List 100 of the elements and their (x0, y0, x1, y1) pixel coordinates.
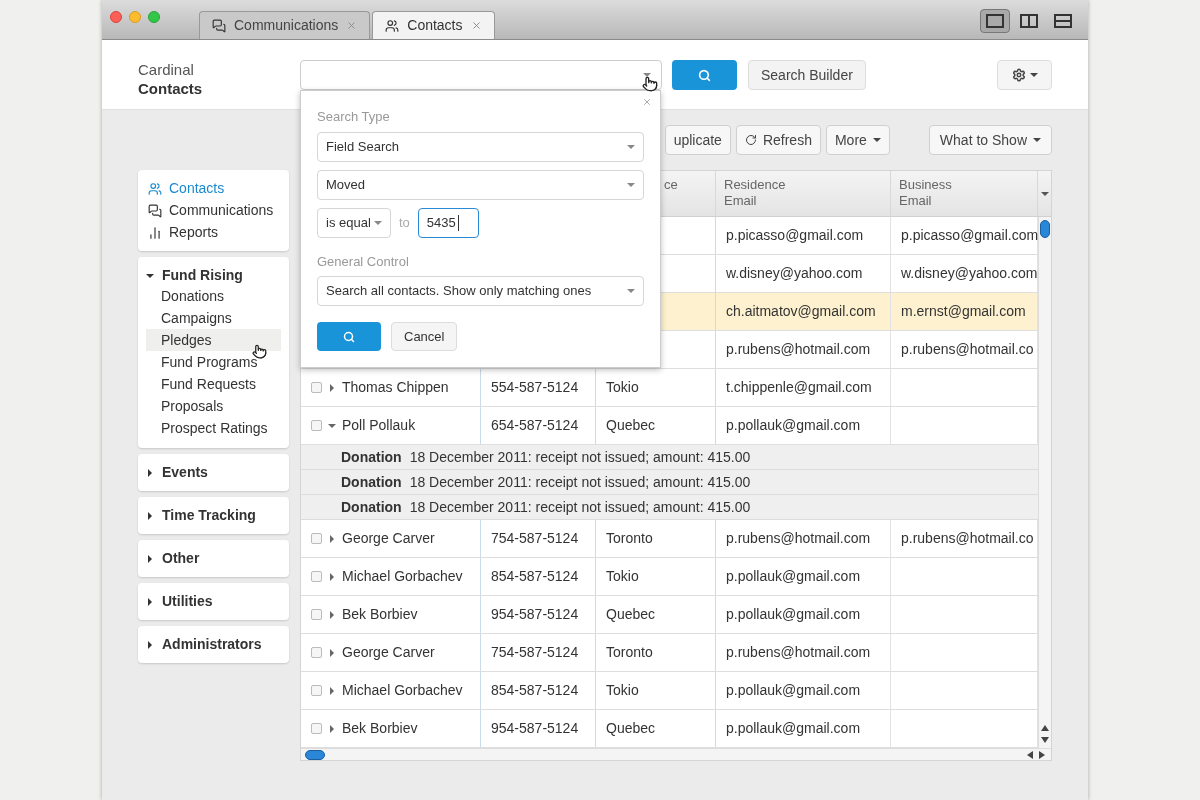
search-button[interactable] (672, 60, 737, 90)
scroll-thumb-icon[interactable] (1040, 220, 1050, 238)
table-cell-text: Michael Gorbachev (342, 567, 463, 586)
group-header[interactable]: Utilities (146, 592, 281, 611)
table-cell-text: p.rubens@hotmail.com (726, 643, 871, 662)
close-icon[interactable] (346, 20, 358, 31)
row-checkbox[interactable] (311, 609, 322, 620)
table-cell-text: Michael Gorbachev (342, 681, 463, 700)
scroll-thumb-icon[interactable] (305, 749, 325, 760)
row-checkbox[interactable] (311, 723, 322, 734)
search-type-select[interactable]: Field Search (317, 131, 644, 162)
column-header[interactable]: Residence Email (724, 177, 794, 209)
users-icon (148, 181, 162, 196)
search-button[interactable] (317, 322, 381, 351)
group-item[interactable]: Fund Requests (146, 373, 281, 395)
table-cell-text: Toronto (606, 529, 653, 548)
minimize-window-icon[interactable] (129, 11, 141, 23)
table-row[interactable]: George Carver 754-587-5124 Toronto p.rubens@hotmail.com (301, 634, 1038, 672)
operator-select[interactable]: is equal (317, 207, 391, 238)
group-item[interactable]: Pledges (146, 329, 281, 351)
table-cell-text: w.disney@yahoo.com (726, 264, 863, 283)
toolbar-button[interactable]: Refresh (735, 125, 821, 155)
vertical-scrollbar[interactable] (1038, 217, 1051, 748)
scroll-arrows-icon[interactable] (1025, 750, 1047, 759)
nav-item[interactable]: Contacts (148, 179, 279, 198)
table-cell-text: p.pollauk@gmail.com (726, 567, 861, 586)
field-select[interactable]: Moved (317, 169, 644, 200)
toolbar-button[interactable]: More (825, 125, 890, 155)
general-control-select[interactable]: Search all contacts. Show only matching ones (317, 276, 644, 306)
chat-icon (148, 203, 162, 218)
group-header[interactable]: Time Tracking (146, 506, 281, 525)
window-tab[interactable]: Contacts (372, 11, 495, 39)
settings-button[interactable] (997, 60, 1052, 90)
caret-icon (627, 142, 635, 151)
table-row[interactable]: Bek Borbiev 954-587-5124 Quebec p.pollauk@gmail.com (301, 596, 1038, 634)
donation-text: 18 December 2011: receipt not issued; amount: 415.00 (409, 472, 751, 492)
scroll-arrows-icon[interactable] (1041, 723, 1049, 745)
search-builder-button[interactable]: Search Builder (748, 60, 866, 90)
table-cell-text: Quebec (606, 605, 656, 624)
column-menu-icon (1040, 189, 1049, 198)
nav-item[interactable]: Reports (148, 223, 279, 242)
what-to-show-button[interactable]: What to Show (928, 125, 1052, 155)
table-cell-text: Thomas Chippen (342, 378, 449, 397)
table-row[interactable]: Bek Borbiev 954-587-5124 Quebec p.pollauk@gmail.com (301, 710, 1038, 748)
caret-right-icon (328, 534, 336, 543)
table-cell-text: 754-587-5124 (491, 643, 579, 662)
table-row[interactable]: Michael Gorbachev 854-587-5124 Tokio p.pollauk@gmail.com (301, 672, 1038, 710)
table-cell-text: p.pollauk@gmail.com (726, 719, 861, 738)
group-item[interactable]: Proposals (146, 395, 281, 417)
caret-right-icon (146, 554, 154, 563)
column-header[interactable]: Business Email (899, 177, 969, 209)
row-checkbox[interactable] (311, 647, 322, 658)
zoom-window-icon[interactable] (148, 11, 160, 23)
donation-text: 18 December 2011: receipt not issued; amount: 415.00 (409, 497, 751, 517)
settings-icon (1011, 68, 1026, 82)
close-icon[interactable] (470, 20, 482, 31)
rows-icon (1054, 14, 1072, 28)
table-cell-text: ch.aitmatov@gmail.com (726, 302, 876, 321)
horizontal-scrollbar[interactable] (301, 748, 1051, 760)
nav-item[interactable]: Communications (148, 201, 279, 220)
group-header[interactable]: Administrators (146, 635, 281, 654)
close-icon[interactable] (642, 97, 652, 107)
row-checkbox[interactable] (311, 571, 322, 582)
caret-icon (1029, 71, 1038, 79)
window-tab[interactable]: Communications (199, 11, 371, 39)
group-item[interactable]: Fund Programs (146, 351, 281, 373)
caret-right-icon (328, 686, 336, 695)
row-checkbox[interactable] (311, 533, 322, 544)
caret-right-icon (328, 724, 336, 733)
table-cell-text: p.picasso@gmail.com (901, 226, 1039, 245)
search-icon (343, 330, 355, 343)
search-field[interactable] (300, 60, 662, 90)
table-cell-text: 654-587-5124 (491, 416, 579, 435)
caret-down-icon (146, 271, 154, 280)
group-header[interactable]: Fund Rising (146, 266, 281, 285)
row-checkbox[interactable] (311, 685, 322, 696)
table-row[interactable]: George Carver 754-587-5124 Toronto p.rubens@hotmail.com p.rubens@hotmail.co (301, 520, 1038, 558)
table-row[interactable]: Poll Pollauk 654-587-5124 Quebec p.pollauk@gmail.com (301, 407, 1038, 445)
table-cell-text: Toronto (606, 643, 653, 662)
cancel-button[interactable]: Cancel (391, 322, 458, 351)
table-cell-text: Quebec (606, 719, 656, 738)
row-checkbox[interactable] (311, 420, 322, 431)
table-row[interactable]: Thomas Chippen 554-587-5124 Tokio t.chippenle@gmail.com (301, 369, 1038, 407)
value-field[interactable]: 5435 (417, 207, 479, 238)
caret-right-icon (328, 648, 336, 657)
table-cell-text: p.pollauk@gmail.com (726, 681, 861, 700)
group-item[interactable]: Prospect Ratings (146, 417, 281, 439)
group-header[interactable]: Other (146, 549, 281, 568)
table-cell-text: Bek Borbiev (342, 719, 418, 738)
group-item[interactable]: Campaigns (146, 307, 281, 329)
caret-right-icon (328, 383, 336, 392)
group-header[interactable]: Events (146, 463, 281, 482)
caret-down-icon (328, 421, 336, 430)
view-button[interactable] (980, 9, 1010, 33)
row-checkbox[interactable] (311, 382, 322, 393)
donation-label: Donation (341, 447, 402, 467)
close-window-icon[interactable] (110, 11, 122, 23)
group-item[interactable]: Donations (146, 285, 281, 307)
toolbar-button[interactable]: uplicate (664, 125, 731, 155)
table-row[interactable]: Michael Gorbachev 854-587-5124 Tokio p.pollauk@gmail.com (301, 558, 1038, 596)
